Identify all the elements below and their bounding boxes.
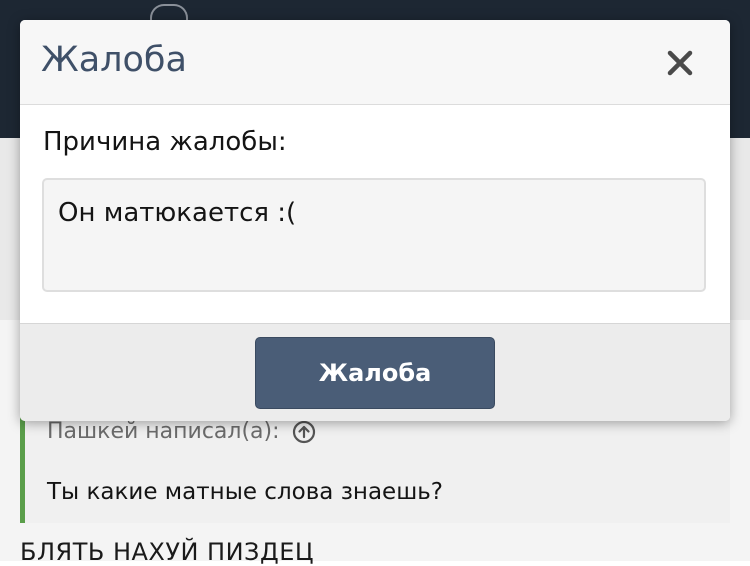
dialog-footer: Жалоба — [20, 323, 730, 421]
dialog-title: Жалоба — [41, 40, 187, 80]
dialog-body: Причина жалобы: Он матюкается :( — [20, 105, 730, 323]
reason-label: Причина жалобы: — [43, 127, 287, 157]
dialog-header: Жалоба — [20, 20, 730, 105]
reason-textarea[interactable]: Он матюкается :( — [42, 178, 706, 292]
close-icon[interactable] — [667, 50, 693, 76]
report-dialog: Жалоба Причина жалобы: Он матюкается :( … — [20, 20, 730, 421]
submit-report-button[interactable]: Жалоба — [255, 337, 495, 409]
close-button[interactable] — [663, 46, 697, 80]
